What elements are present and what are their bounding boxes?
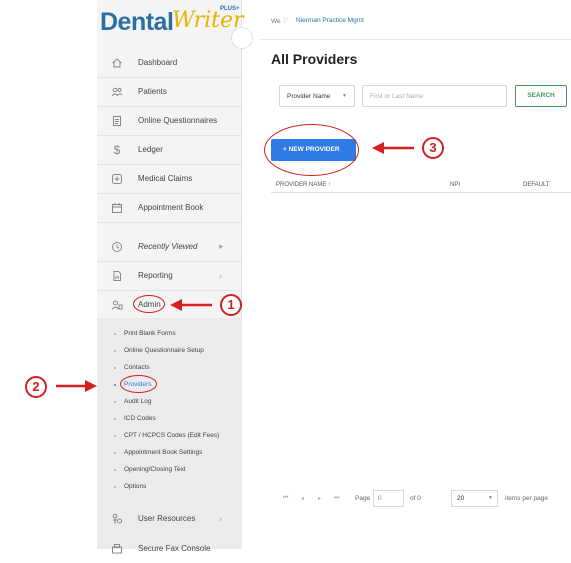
annotation-arrows: [56, 142, 414, 392]
annotation-number-3: 3: [422, 137, 444, 159]
annotation-number-2: 2: [25, 376, 47, 398]
annotation-number-1: 1: [220, 294, 242, 316]
